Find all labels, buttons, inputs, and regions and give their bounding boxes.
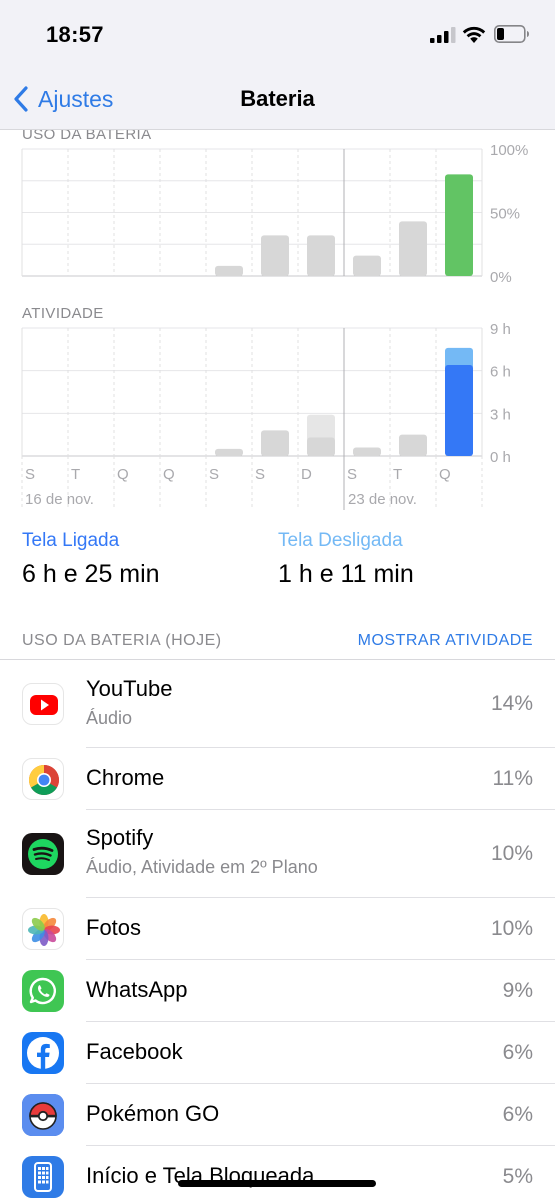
app-name: Pokémon GO: [86, 1101, 220, 1126]
activity-bar-screen-on: [261, 430, 289, 456]
app-row-whatsapp[interactable]: WhatsApp 9%: [0, 960, 555, 1022]
app-row-spotify[interactable]: Spotify Áudio, Atividade em 2º Plano 10%: [0, 810, 555, 898]
home-lock-screen-icon: [22, 1156, 64, 1198]
activity-bar-screen-on: [307, 437, 335, 456]
app-row-facebook[interactable]: Facebook 6%: [0, 1022, 555, 1084]
wifi-icon: [462, 26, 486, 43]
date-label: 16 de nov.: [25, 491, 94, 508]
app-name: Fotos: [86, 915, 142, 940]
activity-y-tick-label: 3 h: [490, 406, 511, 423]
screen-on-stat: Tela Ligada 6 h e 25 min: [22, 530, 160, 589]
day-label: Q: [439, 466, 451, 483]
app-percentage: 14%: [490, 692, 533, 715]
day-label: D: [301, 466, 312, 483]
activity-y-tick-label: 0 h: [490, 449, 511, 466]
day-label: S: [209, 466, 219, 483]
app-name: Spotify: [86, 825, 154, 850]
app-name: WhatsApp: [86, 977, 188, 1002]
status-bar: 18:57: [0, 0, 555, 70]
cellular-signal-icon: [430, 27, 456, 43]
screen-off-stat: Tela Desligada 1 h e 11 min: [278, 530, 414, 589]
app-name: Chrome: [86, 765, 165, 790]
battery-y-tick-label: 50%: [490, 206, 520, 223]
youtube-icon: [22, 683, 64, 725]
app-row-pokemon-go[interactable]: Pokémon GO 6%: [0, 1084, 555, 1146]
day-label: Q: [117, 466, 129, 483]
battery-bar: [215, 265, 243, 276]
facebook-icon: [22, 1032, 64, 1074]
activity-y-tick-label: 6 h: [490, 364, 511, 381]
activity-bar-screen-on: [399, 434, 427, 456]
screen-off-label: Tela Desligada: [278, 530, 403, 551]
app-percentage: 10%: [490, 842, 533, 865]
battery-usage-today-header: USO DA BATERIA (HOJE) MOSTRAR ATIVIDADE: [0, 628, 555, 660]
battery-bar: [307, 235, 335, 276]
battery-bar: [261, 235, 289, 276]
app-usage-list: YouTube Áudio 14% Chrome 11% Spotify Áud…: [0, 660, 555, 1200]
screen-off-value: 1 h e 11 min: [278, 560, 414, 588]
app-row-home-lock-screen[interactable]: Início e Tela Bloqueada 5%: [0, 1146, 555, 1200]
date-label: 23 de nov.: [348, 491, 417, 508]
navigation-bar: Ajustes Bateria: [0, 70, 555, 130]
screen-on-value: 6 h e 25 min: [22, 560, 160, 588]
day-label: S: [255, 466, 265, 483]
app-percentage: 5%: [502, 1165, 533, 1188]
app-row-youtube[interactable]: YouTube Áudio 14%: [0, 660, 555, 748]
photos-icon: [22, 908, 64, 950]
whatsapp-icon: [22, 970, 64, 1012]
day-label: S: [25, 466, 35, 483]
app-subtitle: Áudio, Atividade em 2º Plano: [86, 857, 318, 877]
day-label: S: [347, 466, 357, 483]
app-percentage: 10%: [490, 917, 533, 940]
app-row-fotos[interactable]: Fotos 10%: [0, 898, 555, 960]
app-percentage: 9%: [502, 979, 533, 1002]
day-label: Q: [163, 466, 175, 483]
battery-bar: [399, 221, 427, 276]
day-label: T: [71, 466, 80, 483]
battery-icon: [494, 25, 529, 43]
activity-bar-screen-on: [445, 364, 473, 456]
app-name: Facebook: [86, 1039, 183, 1064]
battery-y-tick-label: 100%: [490, 142, 528, 159]
battery-bar: [353, 255, 381, 276]
chrome-icon: [22, 758, 64, 800]
pokemon-go-icon: [22, 1094, 64, 1136]
spotify-icon: [22, 833, 64, 875]
app-subtitle: Áudio: [86, 708, 133, 728]
show-activity-button[interactable]: MOSTRAR ATIVIDADE: [358, 632, 533, 650]
home-indicator[interactable]: [178, 1180, 376, 1187]
app-name: YouTube: [86, 676, 173, 701]
battery-y-tick-label: 0%: [490, 269, 512, 286]
app-percentage: 11%: [492, 767, 533, 790]
battery-chart-svg[interactable]: 100% 50% 0% 9 h 6 h 3 h 0 h S T Q Q S S D S T Q 16 de nov…: [0, 130, 555, 510]
screen-time-stats: Tela Ligada 6 h e 25 min Tela Desligada …: [0, 530, 555, 600]
status-time: 18:57: [46, 22, 104, 47]
activity-bar-screen-off: [307, 414, 335, 442]
activity-bar-screen-on: [353, 447, 381, 456]
battery-charts: USO DA BATERIA ATIVIDADE 100% 50% 0% 9 h6 h…: [0, 130, 555, 510]
battery-bar: [445, 174, 473, 276]
app-row-chrome[interactable]: Chrome 11%: [0, 748, 555, 810]
page-title: Bateria: [240, 86, 315, 111]
activity-y-tick-label: 9 h: [490, 321, 511, 338]
section-title: USO DA BATERIA (HOJE): [22, 632, 222, 649]
app-percentage: 6%: [502, 1041, 533, 1064]
activity-bar-screen-on: [215, 448, 243, 456]
day-label: T: [393, 466, 402, 483]
screen-on-label: Tela Ligada: [22, 530, 120, 551]
app-percentage: 6%: [502, 1103, 533, 1126]
